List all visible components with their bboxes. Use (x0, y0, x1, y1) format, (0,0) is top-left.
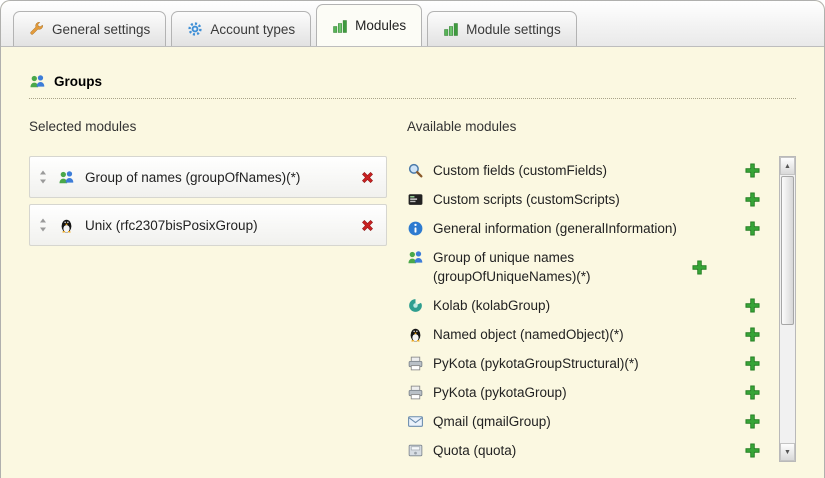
content-area: Groups Selected modules Group of names (… (1, 47, 824, 465)
add-module-icon[interactable] (744, 384, 761, 401)
selected-modules-heading: Selected modules (29, 119, 387, 134)
group-icon (58, 169, 75, 186)
add-module-icon[interactable] (744, 413, 761, 430)
available-modules-list: Custom fields (customFields) Custom scri… (407, 156, 773, 465)
available-module-label: Quota (quota) (433, 441, 736, 460)
add-module-icon[interactable] (744, 162, 761, 179)
info-icon (407, 220, 424, 237)
tab-label: Account types (210, 22, 295, 37)
available-modules-column: Available modules Custom fields (customF… (407, 103, 796, 465)
available-modules-scrollbar[interactable]: ▲ ▼ (779, 156, 796, 462)
scrollbar-track[interactable] (780, 175, 795, 443)
add-module-icon[interactable] (744, 191, 761, 208)
scroll-down-button[interactable]: ▼ (780, 443, 795, 461)
available-module-row: Named object (namedObject)(*) (407, 320, 773, 349)
add-module-icon[interactable] (744, 355, 761, 372)
section-title: Groups (54, 74, 102, 89)
magnifier-icon (407, 162, 424, 179)
available-module-row: Group of unique names (groupOfUniqueName… (407, 243, 773, 291)
selected-module-row[interactable]: Group of names (groupOfNames)(*) (29, 156, 387, 198)
available-module-label: Custom scripts (customScripts) (433, 190, 736, 209)
available-module-label: Kolab (kolabGroup) (433, 296, 736, 315)
remove-module-icon[interactable] (359, 169, 376, 186)
available-module-label: Qmail (qmailGroup) (433, 412, 736, 431)
tab-bar: General settings Account types Modules M… (1, 1, 824, 47)
available-module-row: Qmail (qmailGroup) (407, 407, 773, 436)
tab-general-settings[interactable]: General settings (13, 11, 166, 46)
selected-module-label: Group of names (groupOfNames)(*) (85, 170, 349, 185)
selected-modules-column: Selected modules Group of names (groupOf… (29, 103, 387, 465)
available-module-label: PyKota (pykotaGroup) (433, 383, 736, 402)
tab-label: Modules (355, 18, 406, 33)
available-module-row: PyKota (pykotaGroupStructural)(*) (407, 349, 773, 378)
wrench-icon (29, 21, 45, 37)
group-icon (407, 249, 424, 266)
arrow-down-icon: ▼ (784, 449, 791, 456)
mail-icon (407, 413, 424, 430)
available-module-label: Named object (namedObject)(*) (433, 325, 736, 344)
add-module-icon[interactable] (744, 442, 761, 459)
scrollbar-thumb[interactable] (781, 176, 794, 325)
add-module-icon[interactable] (744, 220, 761, 237)
printer-icon (407, 355, 424, 372)
available-module-row: PyKota (pykotaGroup) (407, 378, 773, 407)
group-icon (29, 73, 46, 90)
selected-module-label: Unix (rfc2307bisPosixGroup) (85, 218, 349, 233)
printer-icon (407, 384, 424, 401)
drag-handle-icon[interactable] (38, 170, 48, 184)
remove-module-icon[interactable] (359, 217, 376, 234)
available-module-label: Custom fields (customFields) (433, 161, 736, 180)
gear-icon (187, 21, 203, 37)
add-module-icon[interactable] (744, 297, 761, 314)
disk-icon (407, 442, 424, 459)
arrow-up-icon: ▲ (784, 163, 791, 170)
available-module-row: Custom scripts (customScripts) (407, 185, 773, 214)
section-heading: Groups (29, 73, 796, 99)
kolab-icon (407, 297, 424, 314)
tux-icon (58, 217, 75, 234)
tab-module-settings[interactable]: Module settings (427, 11, 577, 46)
modules-chart-icon (332, 18, 348, 34)
modules-chart-icon (443, 21, 459, 37)
add-module-icon[interactable] (691, 259, 708, 276)
available-module-label: General information (generalInformation) (433, 219, 736, 238)
tab-account-types[interactable]: Account types (171, 11, 311, 46)
scroll-up-button[interactable]: ▲ (780, 157, 795, 175)
script-icon (407, 191, 424, 208)
available-module-row: Kolab (kolabGroup) (407, 291, 773, 320)
available-module-label: PyKota (pykotaGroupStructural)(*) (433, 354, 736, 373)
tux-icon (407, 326, 424, 343)
selected-module-row[interactable]: Unix (rfc2307bisPosixGroup) (29, 204, 387, 246)
available-module-label: Group of unique names (groupOfUniqueName… (433, 248, 683, 286)
tab-label: Module settings (466, 22, 561, 37)
config-panel: General settings Account types Modules M… (0, 0, 825, 478)
drag-handle-icon[interactable] (38, 218, 48, 232)
available-module-row: Quota (quota) (407, 436, 773, 465)
available-modules-heading: Available modules (407, 119, 796, 134)
available-module-row: Custom fields (customFields) (407, 156, 773, 185)
tab-modules[interactable]: Modules (316, 4, 422, 46)
available-module-row: General information (generalInformation) (407, 214, 773, 243)
add-module-icon[interactable] (744, 326, 761, 343)
tab-label: General settings (52, 22, 150, 37)
